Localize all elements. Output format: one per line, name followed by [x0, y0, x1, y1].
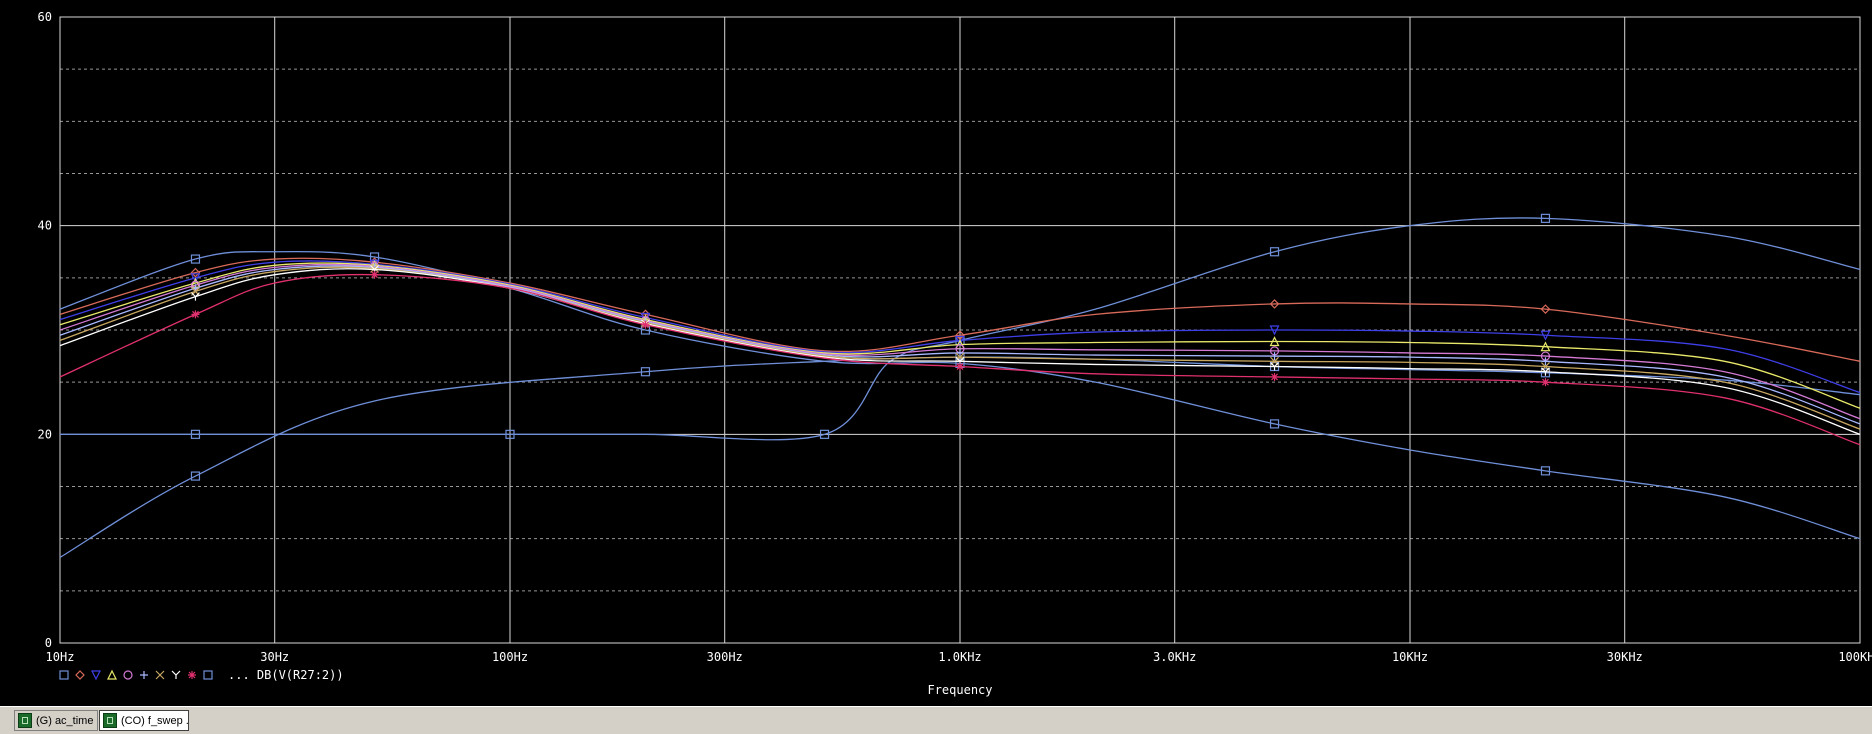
y-tick-label: 60: [38, 10, 52, 24]
plot-area[interactable]: 0 20 40 60 10Hz 30Hz 100Hz 300Hz 1.0KHz 3.0KHz 10K…: [0, 0, 1872, 706]
plot-window: 0 20 40 60 10Hz 30Hz 100Hz 300Hz 1.0KHz 3.0KHz 10K…: [0, 0, 1872, 706]
legend-marker: [140, 671, 148, 679]
x-tick-label: 30Hz: [260, 650, 289, 664]
tab-label: (CO) f_swep ...: [121, 714, 189, 727]
data-point: [191, 292, 200, 301]
legend-marker: [123, 670, 133, 680]
data-point: [370, 270, 379, 279]
legend-marker: [107, 669, 117, 680]
schematic-icon: [103, 713, 117, 728]
legend-marker: [59, 670, 69, 680]
data-point: [1270, 372, 1279, 381]
tab-ac-time[interactable]: (G) ac_time: [14, 710, 98, 731]
x-tick-label: 10Hz: [46, 650, 75, 664]
taskbar: (G) ac_time (CO) f_swep ...: [0, 706, 1872, 734]
legend: ... DB(V(R27:2)): [59, 668, 344, 682]
grid: [59, 16, 1861, 644]
data-point: [956, 362, 964, 371]
y-tick-label: 0: [45, 636, 52, 650]
legend-marker: [91, 670, 101, 681]
x-tick-label: 3.0KHz: [1153, 650, 1196, 664]
legend-label: ... DB(V(R27:2)): [228, 668, 344, 682]
legend-marker: [75, 670, 85, 680]
tab-f-swep[interactable]: (CO) f_swep ...: [99, 710, 189, 731]
schematic-icon: [18, 713, 32, 728]
data-point: [191, 310, 200, 319]
x-tick-label: 1.0KHz: [938, 650, 981, 664]
data-point: [1541, 378, 1550, 387]
data-point: [956, 348, 964, 357]
legend-marker: [171, 670, 181, 679]
x-tick-label: 30KHz: [1607, 650, 1643, 664]
x-tick-label: 300Hz: [707, 650, 743, 664]
y-tick-label: 40: [38, 219, 52, 233]
data-point: [641, 320, 650, 329]
legend-marker: [203, 670, 213, 680]
x-axis-label: Frequency: [927, 683, 992, 697]
legend-marker: [188, 671, 196, 679]
tab-label: (G) ac_time: [36, 714, 94, 727]
x-tick-label: 100Hz: [492, 650, 528, 664]
x-tick-label: 10KHz: [1392, 650, 1428, 664]
legend-marker: [155, 670, 165, 680]
y-tick-label: 20: [38, 427, 52, 441]
x-tick-label: 100KHz: [1838, 650, 1872, 664]
